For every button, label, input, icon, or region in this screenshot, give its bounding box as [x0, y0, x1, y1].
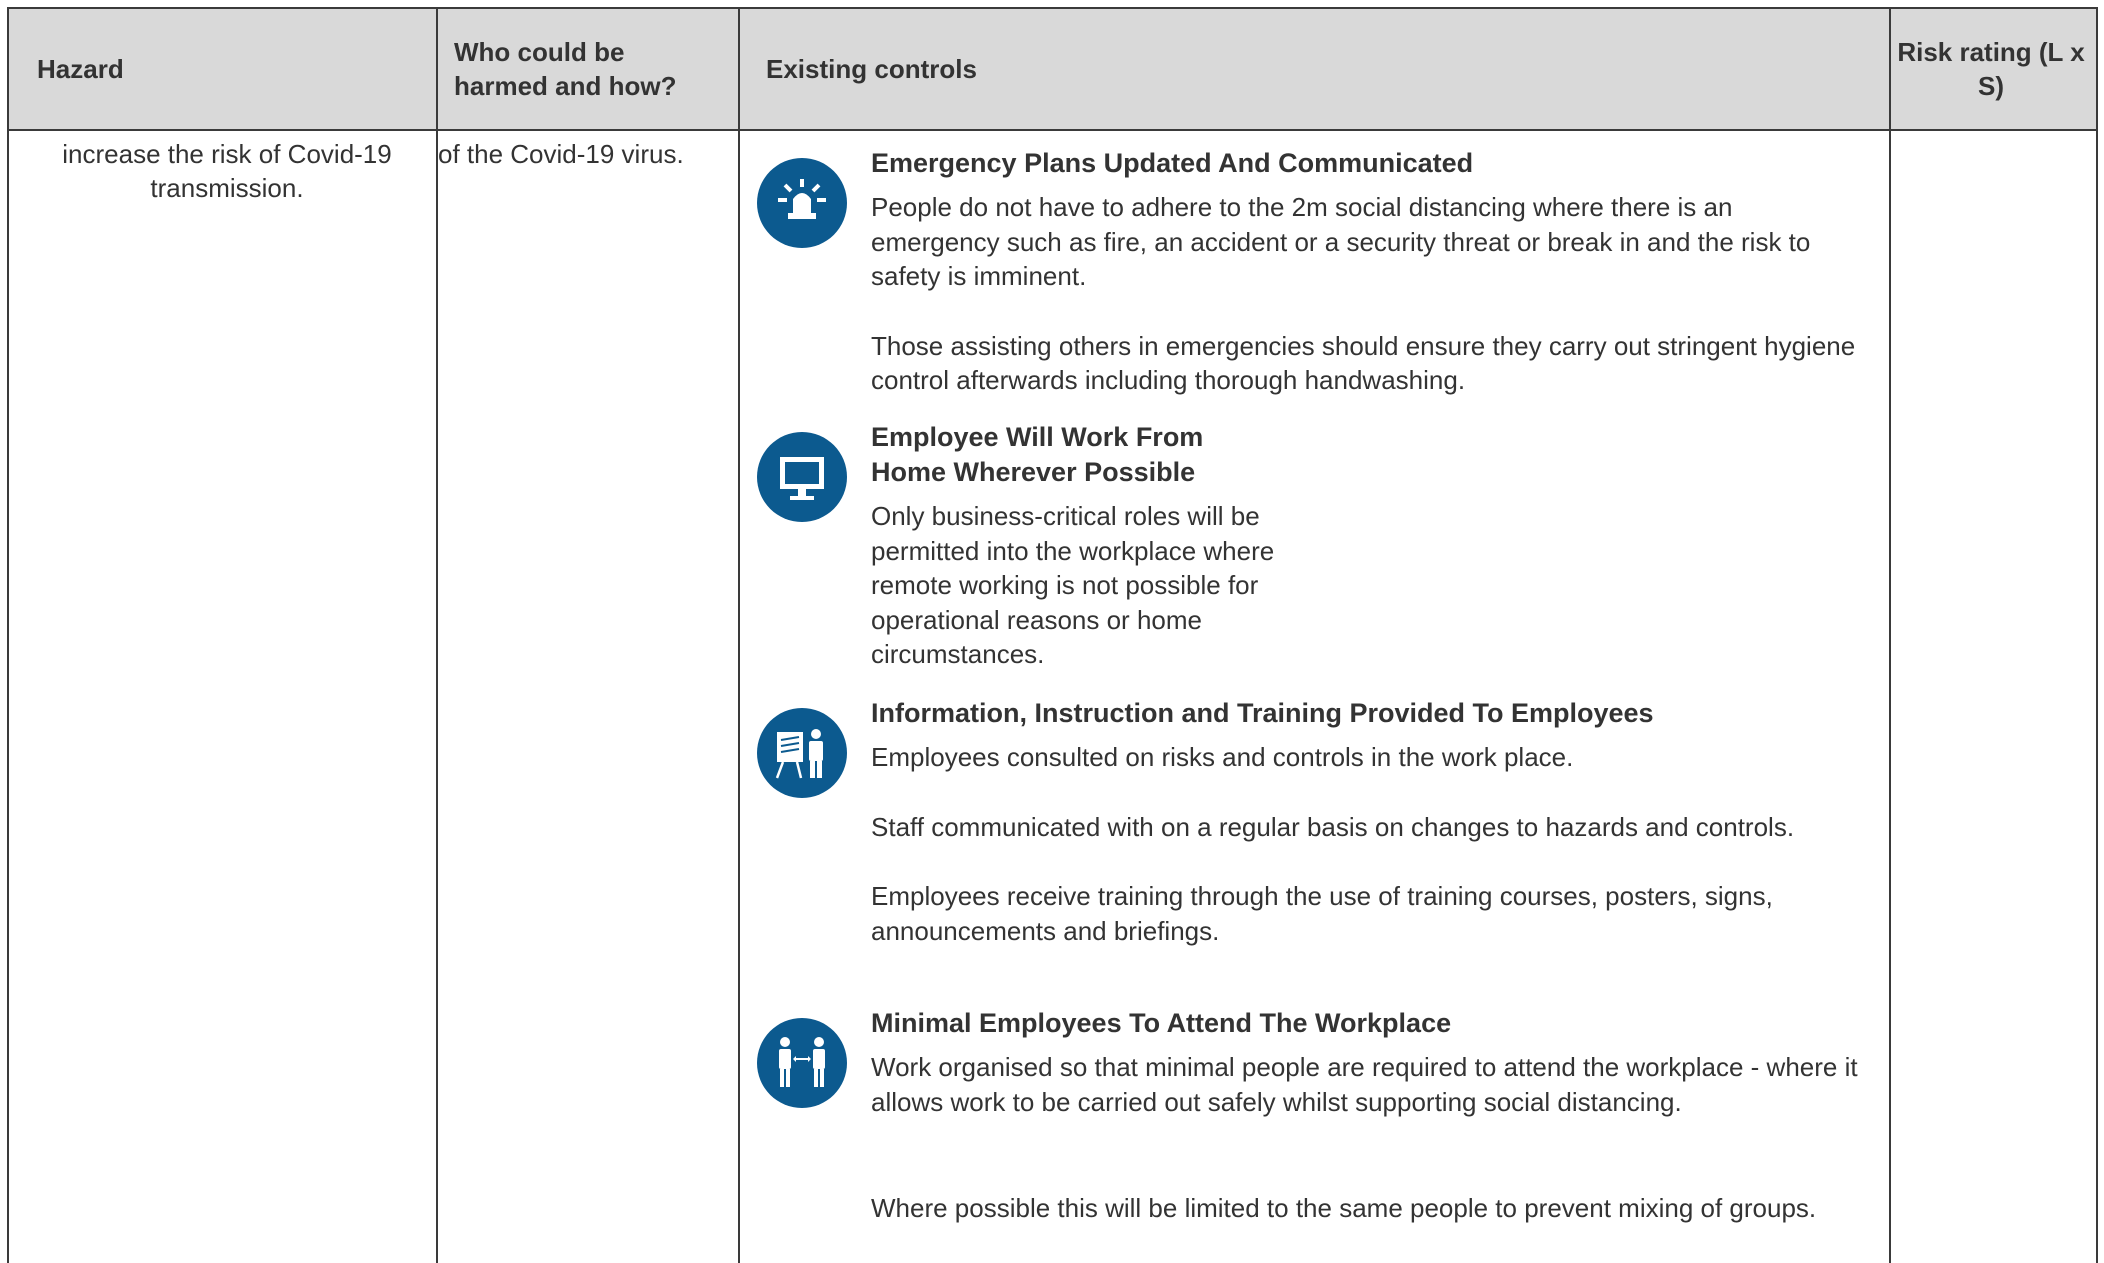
header-risk: Risk rating (L x S): [1897, 37, 2085, 101]
control-paragraph: Employees receive training through the u…: [871, 881, 1773, 946]
control-paragraph: People do not have to adhere to the 2m s…: [871, 192, 1811, 291]
control-paragraph: Only business-critical roles will be per…: [871, 501, 1275, 669]
hazard-cell: increase the risk of Covid-19 transmissi…: [37, 137, 417, 205]
header-hazard: Hazard: [37, 54, 124, 84]
risk-assessment-table: Hazard Who could be harmed and how? Exis…: [7, 7, 2098, 1263]
control-body: Employees consulted on risks and control…: [871, 740, 1871, 948]
who-text: of the Covid-19 virus.: [438, 139, 684, 169]
table-header: Hazard Who could be harmed and how? Exis…: [9, 9, 2096, 131]
control-paragraph: Those assisting others in emergencies sh…: [871, 330, 1856, 396]
training-presentation-icon: [757, 708, 847, 798]
control-title: Information, Instruction and Training Pr…: [871, 698, 1654, 728]
control-body: Work organised so that minimal people ar…: [871, 1050, 1871, 1226]
computer-monitor-icon: [757, 432, 847, 522]
who-cell: of the Covid-19 virus.: [438, 137, 738, 171]
column-divider: [738, 9, 740, 1263]
control-body: Only business-critical roles will be per…: [871, 499, 1311, 672]
control-paragraph: Staff communicated with on a regular bas…: [871, 811, 1795, 842]
control-title: Minimal Employees To Attend The Workplac…: [871, 1008, 1452, 1038]
header-who: Who could be harmed and how?: [454, 37, 677, 101]
control-paragraph: Where possible this will be limited to t…: [871, 1193, 1817, 1223]
column-divider: [436, 9, 438, 1263]
control-paragraph: Employees consulted on risks and control…: [871, 742, 1574, 772]
control-body: People do not have to adhere to the 2m s…: [871, 190, 1861, 398]
column-divider: [1889, 9, 1891, 1263]
social-distancing-icon: [757, 1018, 847, 1108]
hazard-text: increase the risk of Covid-19 transmissi…: [62, 139, 392, 203]
emergency-siren-icon: [757, 158, 847, 248]
control-title: Emergency Plans Updated And Communicated: [871, 148, 1474, 178]
control-paragraph: Work organised so that minimal people ar…: [871, 1052, 1858, 1117]
control-title: Employee Will Work From Home Wherever Po…: [871, 422, 1204, 487]
header-controls: Existing controls: [766, 54, 977, 84]
